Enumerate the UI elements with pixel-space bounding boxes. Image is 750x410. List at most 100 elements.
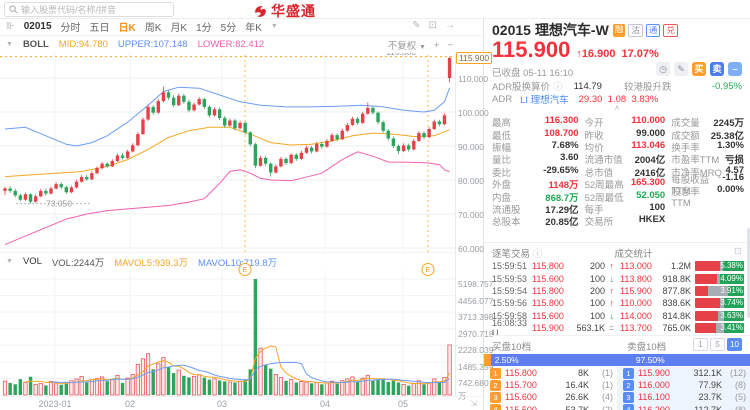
- buy-sell-ratio-bar: 2.50% 97.50%: [484, 354, 750, 366]
- sell-queue-row[interactable]: 3 116.100 23.7K (5): [617, 391, 750, 403]
- expand-icon[interactable]: ⊡: [734, 246, 742, 260]
- panel-collapse-icon[interactable]: ⊪: [6, 21, 15, 32]
- quick-minus-button[interactable]: –: [728, 62, 742, 76]
- sell-queue-row[interactable]: 1 115.900 312.1K (12): [617, 367, 750, 379]
- tab-5分[interactable]: 5分: [221, 19, 237, 34]
- stats-row: 最高 116.300 今开 110.000 成交量 2245万: [492, 115, 744, 130]
- tab-周K[interactable]: 周K: [145, 19, 162, 34]
- zoom-in-button[interactable]: +: [434, 40, 440, 51]
- tick-row: 15:59:56 115.800 100 ↑: [492, 298, 614, 309]
- earnings-event-icon[interactable]: E: [238, 263, 252, 276]
- adjust-mode-dropdown[interactable]: 不复权 ▼: [388, 38, 426, 52]
- adjust-controls: 不复权 ▼ + −: [388, 38, 453, 53]
- badge-通: 通: [645, 23, 661, 37]
- info-icon[interactable]: ⓘ: [553, 79, 563, 93]
- huasheng-trading-app: 输入股票代码/名称/拼音 华盛通 ⊪ 02015 分时 五日 日K 周K 月K 1分 5分年…: [0, 0, 750, 410]
- stats-row: 内盘 868.7万 52周最低 52.050 股息率TTM 0.00%: [492, 184, 744, 210]
- vol-indicator-row: ▼ VOL VOL:2244万 MAVOL5:939.3万 MAVOL10:71…: [0, 252, 455, 270]
- fullscreen-icon[interactable]: ⊡: [429, 20, 437, 31]
- boll-label: BOLL: [22, 39, 49, 50]
- adr-diff-label: 较港股升跌: [623, 82, 672, 93]
- buy-queue-row[interactable]: 4 115.500 53.7K (2): [484, 404, 617, 410]
- svg-text:73.050: 73.050: [46, 199, 72, 209]
- tick-list: 15:59:51 115.800 200 ↑ 15:59:53 115.600 100 ↓ 15…: [492, 260, 614, 338]
- price-change: ↑16.900: [576, 48, 616, 60]
- time-axis-label: 03: [216, 399, 228, 409]
- vol-collapse-icon[interactable]: ▼: [6, 258, 13, 265]
- trade-stat-row: 113.700 765.0K 3.41%: [620, 323, 744, 334]
- stock-code: 02015: [492, 22, 531, 38]
- trade-stat-row: 113.000 1.2M 5.38%: [620, 261, 744, 272]
- sell-ratio-label: 97.50%: [635, 355, 665, 365]
- volume-chart[interactable]: [0, 270, 455, 396]
- ticks-title: 逐笔交易: [492, 249, 531, 260]
- logo-flame-icon: [255, 5, 266, 17]
- tick-row: 15:59:53 115.600 100 ↓: [492, 273, 614, 284]
- search-placeholder: 输入股票代码/名称/拼音: [21, 5, 117, 15]
- chart-tab-row: ⊪ 02015 分时 五日 日K 周K 月K 1分 5分 年K ▼ ✎ ⊡ →: [0, 18, 483, 36]
- candlestick-chart[interactable]: 116.300 73.050: [0, 47, 455, 252]
- tick-row: 15:59:54 115.800 200 ↑: [492, 285, 614, 296]
- badge-沽: 沽: [628, 23, 643, 37]
- tab-年K[interactable]: 年K: [245, 19, 262, 34]
- tab-分时[interactable]: 分时: [61, 19, 81, 34]
- draw-icon[interactable]: ✎: [412, 20, 420, 31]
- sell-queue-row[interactable]: 2 116.000 77.9K (8): [617, 379, 750, 391]
- badge-融: 融: [612, 23, 626, 37]
- boll-lower-value: LOWER:82.412: [197, 39, 265, 50]
- stock-badges: 融沽通兑: [612, 23, 678, 37]
- zoom-out-button[interactable]: −: [447, 40, 453, 51]
- time-axis-label: 05: [397, 399, 409, 409]
- trade-stat-row: 115.900 877.8K 3.91%: [620, 285, 744, 296]
- buy-queue-row[interactable]: 3 115.600 26.6K (4): [484, 391, 617, 403]
- buy-queue: 1 115.800 8K (1) 2 115.700 16.4K (1) 3 115.600 26.…: [484, 367, 617, 410]
- trade-stat-row: 110.000 838.6K 3.74%: [620, 298, 744, 309]
- axis-resize-icon[interactable]: ⇲: [470, 399, 477, 408]
- sell-queue: 1 115.900 312.1K (12) 2 116.000 77.9K (8) 3 116.1…: [617, 367, 750, 410]
- adr-row-label: ADR: [492, 93, 513, 105]
- more-periods-arrow[interactable]: ▼: [271, 23, 278, 30]
- depth-page-5[interactable]: 5: [710, 338, 725, 351]
- boll-mid-value: MID:94.780: [58, 39, 108, 50]
- buy-ratio-segment: [484, 354, 491, 366]
- search-input[interactable]: 输入股票代码/名称/拼音: [4, 2, 174, 17]
- time-axis-label: 04: [319, 399, 331, 409]
- collapse-chevron-icon[interactable]: ∧: [484, 104, 750, 114]
- sell-ratio-segment: 2.50% 97.50%: [490, 354, 750, 366]
- buy-queue-row[interactable]: 1 115.800 8K (1): [484, 367, 617, 379]
- buy-ratio-label: 2.50%: [494, 355, 519, 365]
- depth-page-1[interactable]: 1: [693, 338, 708, 351]
- sell-queue-row[interactable]: 4 116.200 112.7K (8): [617, 404, 750, 410]
- mavol5-value: MAVOL5:939.3万: [114, 257, 189, 269]
- popout-icon[interactable]: →: [445, 20, 455, 31]
- note-icon[interactable]: ✎: [674, 62, 688, 76]
- market-status: 已收盘 05-11 16:10: [492, 68, 574, 79]
- buy-queue-title: 买盘10档: [492, 342, 532, 353]
- depth-page-10[interactable]: 10: [727, 338, 742, 351]
- price-change-pct: 17.07%: [621, 48, 659, 60]
- last-price: 115.900: [492, 37, 571, 62]
- svg-text:116.300: 116.300: [386, 53, 416, 57]
- mavol10-value: MAVOL10:719.8万: [198, 257, 278, 269]
- tab-1分[interactable]: 1分: [196, 19, 212, 34]
- boll-collapse-icon[interactable]: ▼: [6, 41, 13, 48]
- stats-row: 振幅 7.68% 均价 113.046 换手率 1.30%: [492, 139, 744, 154]
- buy-queue-row[interactable]: 2 115.700 16.4K (1): [484, 379, 617, 391]
- tab-五日[interactable]: 五日: [90, 19, 110, 34]
- tab-日K[interactable]: 日K: [119, 19, 136, 34]
- quick-buy-button[interactable]: 买: [692, 62, 706, 76]
- ticks-info-icon[interactable]: ⓘ: [533, 246, 543, 260]
- alert-icon[interactable]: ◷: [656, 62, 670, 76]
- quote-panel: 02015 理想汽车-W 融沽通兑 115.900 ↑16.900 17.07%…: [484, 18, 750, 410]
- quick-sell-button[interactable]: 卖: [710, 62, 724, 76]
- stats-row: 总股本 20.85亿 交易所 HKEX: [492, 214, 666, 229]
- badge-兑: 兑: [663, 23, 678, 37]
- price-axis: 115.900 110.000 100.000 90.000 80.000 70.000 6…: [455, 51, 493, 401]
- depth-page-buttons: 1 5 10: [693, 338, 742, 351]
- stats-row: 最低 108.700 昨收 99.000 成交额 25.38亿: [492, 127, 744, 142]
- earnings-event-icon[interactable]: E: [421, 263, 435, 276]
- vol-value: VOL:2244万: [51, 257, 105, 269]
- tab-月K[interactable]: 月K: [170, 19, 187, 34]
- chart-panel: ⊪ 02015 分时 五日 日K 周K 月K 1分 5分 年K ▼ ✎ ⊡ → ▼ BOLL …: [0, 18, 493, 410]
- period-tabs: 分时 五日 日K 周K 月K 1分 5分 年K: [61, 19, 262, 34]
